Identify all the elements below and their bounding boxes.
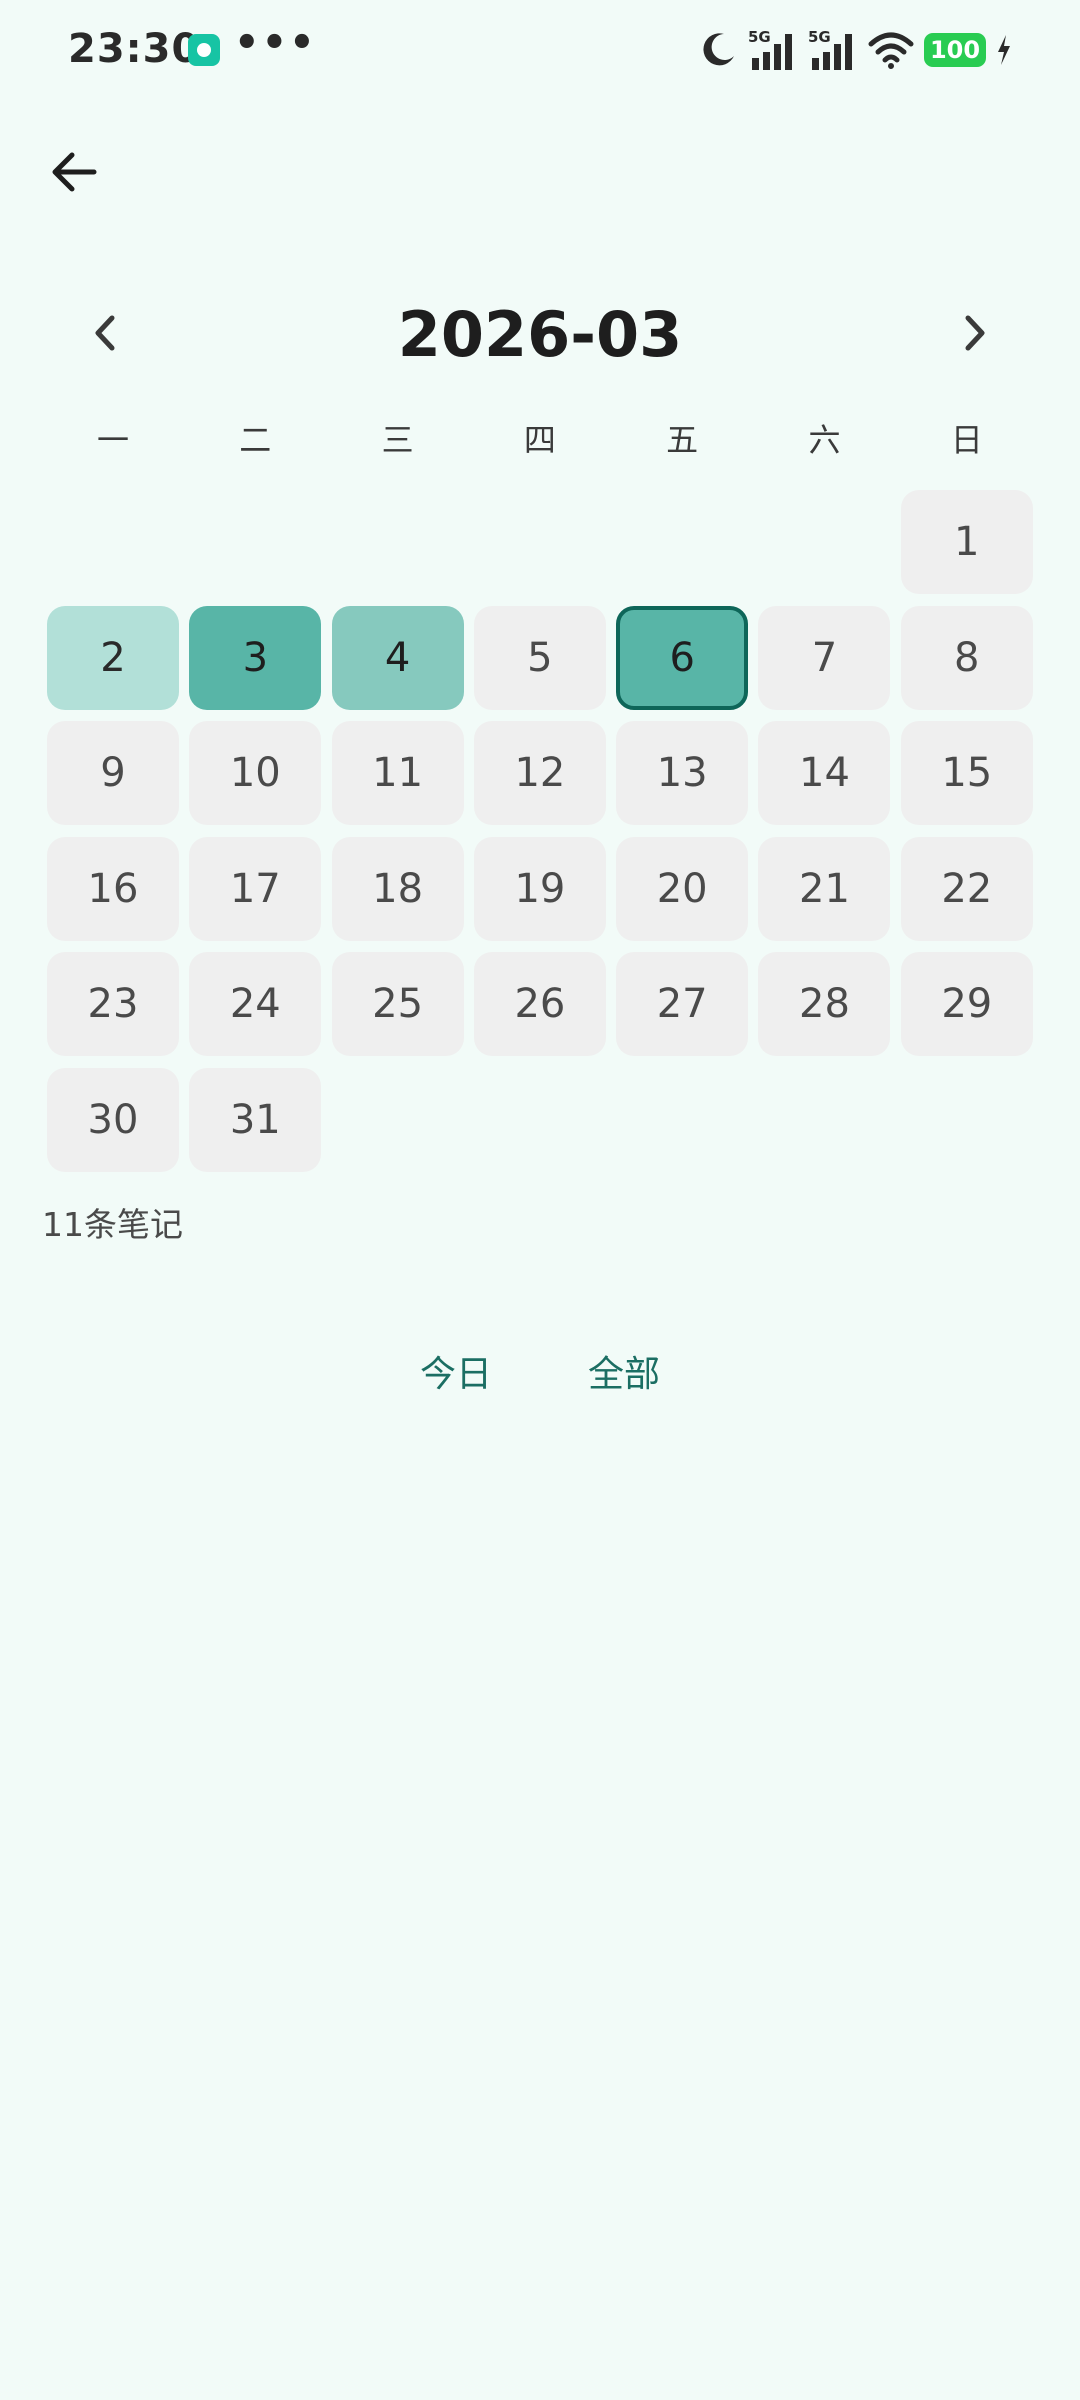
day-cell[interactable]: 3 <box>189 605 322 710</box>
chevron-right-icon <box>960 313 990 357</box>
next-month-button[interactable] <box>950 310 1000 360</box>
day-cell[interactable]: 7 <box>758 605 891 710</box>
day-cell[interactable]: 23 <box>47 952 179 1056</box>
weekday-label: 五 <box>666 421 699 459</box>
day-cell[interactable]: 10 <box>189 721 322 825</box>
day-cell[interactable]: 19 <box>473 836 606 941</box>
day-cell[interactable]: 16 <box>47 836 179 941</box>
chevron-left-icon <box>90 313 120 357</box>
day-cell[interactable]: 26 <box>473 952 606 1056</box>
status-time: 23:30 <box>68 26 201 72</box>
cellular-signal-icon-2: 5G <box>808 28 858 72</box>
day-cell[interactable]: 31 <box>189 1067 322 1172</box>
day-cell[interactable]: 14 <box>758 721 891 825</box>
weekday-label: 日 <box>950 421 983 459</box>
app-notification-icon <box>188 34 220 66</box>
weekday-label: 三 <box>381 421 414 459</box>
empty-day-slot <box>616 490 748 594</box>
day-cell[interactable]: 21 <box>758 836 891 941</box>
wifi-icon <box>868 30 914 70</box>
day-cell[interactable]: 18 <box>331 836 464 941</box>
day-cell[interactable]: 28 <box>758 952 891 1056</box>
day-cell[interactable]: 27 <box>616 952 749 1056</box>
filter-all-button[interactable]: 全部 <box>588 1340 660 1410</box>
weekday-label: 二 <box>239 421 272 459</box>
status-bar: 23:30 ••• 5G 5G 100 <box>0 0 1080 100</box>
day-cell[interactable]: 12 <box>473 721 606 825</box>
signal-5g-label: 5G <box>748 28 771 46</box>
note-count: 11条笔记 <box>42 1205 183 1244</box>
day-cell[interactable]: 20 <box>616 836 749 941</box>
day-cell[interactable]: 4 <box>331 605 464 710</box>
battery-icon: 100 <box>924 33 986 67</box>
empty-day-slot <box>47 490 179 594</box>
day-cell[interactable]: 22 <box>900 836 1033 941</box>
arrow-left-icon <box>48 146 100 202</box>
empty-day-slot <box>758 490 890 594</box>
weekday-label: 一 <box>96 421 129 459</box>
calendar-grid: 1 2 3 4 5 6 7 8 9 10 11 12 13 14 15 16 17 18 19 20 21 22 23 24 2… <box>47 490 1033 1172</box>
day-cell[interactable]: 8 <box>900 605 1033 710</box>
day-cell[interactable]: 11 <box>331 721 464 825</box>
empty-day-slot <box>332 490 464 594</box>
day-cell[interactable]: 29 <box>900 952 1033 1056</box>
back-button[interactable] <box>40 140 108 208</box>
month-navigation: 2026-03 <box>0 290 1080 380</box>
day-cell[interactable]: 9 <box>47 721 179 825</box>
day-cell[interactable]: 17 <box>189 836 322 941</box>
empty-day-slot <box>189 490 321 594</box>
weekday-header: 一 二 三 四 五 六 日 <box>47 410 1033 470</box>
day-cell[interactable]: 13 <box>616 721 749 825</box>
more-notifications-icon: ••• <box>234 20 317 66</box>
weekday-label: 四 <box>523 421 556 459</box>
filter-today-button[interactable]: 今日 <box>420 1340 492 1410</box>
day-cell[interactable]: 1 <box>900 490 1033 594</box>
day-cell[interactable]: 30 <box>47 1067 179 1172</box>
day-cell[interactable]: 25 <box>331 952 464 1056</box>
previous-month-button[interactable] <box>80 310 130 360</box>
cellular-signal-icon: 5G <box>748 28 798 72</box>
do-not-disturb-moon-icon <box>698 30 738 70</box>
status-icons: 5G 5G 100 <box>698 26 1012 74</box>
day-cell[interactable]: 15 <box>900 721 1033 825</box>
day-cell[interactable]: 24 <box>189 952 322 1056</box>
day-cell[interactable]: 5 <box>473 605 606 710</box>
month-title: 2026-03 <box>397 298 683 371</box>
charging-bolt-icon <box>996 35 1012 65</box>
signal-5g-label-2: 5G <box>808 28 831 46</box>
filter-row: 今日 全部 <box>0 1340 1080 1410</box>
empty-day-slot <box>474 490 606 594</box>
weekday-label: 六 <box>808 421 841 459</box>
day-cell-selected[interactable]: 6 <box>616 605 749 710</box>
day-cell[interactable]: 2 <box>47 605 179 710</box>
